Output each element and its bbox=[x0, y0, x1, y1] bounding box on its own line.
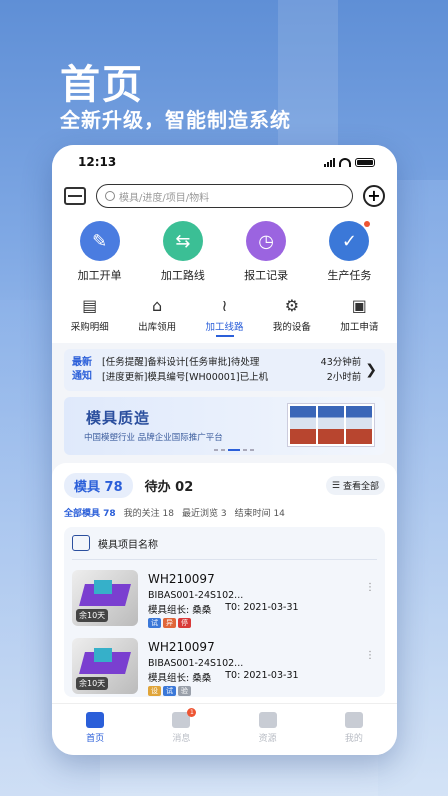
mold-project-group: 模具项目名称 余10天 WH210097 BIBAS001-24S102... … bbox=[64, 527, 385, 697]
user-icon bbox=[344, 712, 363, 728]
notification-dot bbox=[364, 221, 371, 227]
search-icon bbox=[105, 191, 115, 201]
mold-thumbnail: 余10天 bbox=[72, 638, 138, 694]
tab-molds[interactable]: 模具 78 bbox=[64, 473, 133, 498]
section-tabs: 模具 78 待办 02 ☰ 查看全部 bbox=[64, 473, 385, 498]
route-icon: ⇆ bbox=[162, 221, 203, 261]
notice-tag: 最新 通知 bbox=[72, 357, 92, 382]
path-icon: ≀ bbox=[221, 295, 228, 315]
notice-item[interactable]: [任务提醒]备料设计[任务审批]待处理 43分钟前 bbox=[102, 355, 361, 370]
banner-title: 模具质造 bbox=[86, 409, 151, 427]
mold-code: WH210097 bbox=[148, 640, 215, 654]
status-badge: 试 bbox=[163, 686, 176, 696]
item-meta: 模具组长: 桑桑 T0: 2021-03-31 bbox=[148, 602, 299, 616]
status-badges: 试 异 停 bbox=[148, 618, 377, 628]
secondary-shortcuts: ▤ 采购明细 ⌂ 出库领用 ≀ 加工线路 ⚙ 我的设备 ▣ 加工申请 bbox=[52, 289, 397, 343]
shortcut-process-line[interactable]: ≀ 加工线路 bbox=[191, 295, 258, 337]
warehouse-icon: ⌂ bbox=[152, 295, 163, 315]
item-meta: 模具组长: 桑桑 T0: 2021-03-31 bbox=[148, 670, 299, 684]
mold-section: 模具 78 待办 02 ☰ 查看全部 全部模具 78 我的关注 18 最近浏览 … bbox=[52, 463, 397, 723]
banner-pager bbox=[214, 449, 254, 451]
promo-banner[interactable]: 模具质造 中国模塑行业 品牌企业国际推广平台 bbox=[64, 397, 385, 455]
status-badge: 验 bbox=[178, 686, 191, 696]
task-check-icon: ✓ bbox=[329, 221, 371, 261]
timer-icon: ◷ bbox=[246, 221, 287, 261]
status-bar: 12:13 bbox=[52, 145, 397, 179]
edit-icon: ✎ bbox=[79, 221, 120, 261]
shortcut-purchase-detail[interactable]: ▤ 采购明细 bbox=[56, 295, 123, 337]
chevron-right-icon[interactable]: ❯ bbox=[365, 362, 377, 378]
hero-title: 首页 bbox=[60, 62, 144, 108]
filter-recent[interactable]: 最近浏览 3 bbox=[182, 506, 227, 519]
tab-todo[interactable]: 待办 02 bbox=[145, 476, 194, 495]
scan-icon[interactable] bbox=[64, 187, 86, 205]
battery-icon bbox=[355, 157, 375, 167]
mold-thumbnail: 余10天 bbox=[72, 570, 138, 626]
status-badge: 设 bbox=[148, 686, 161, 696]
add-icon[interactable]: + bbox=[363, 185, 385, 207]
filter-following[interactable]: 我的关注 18 bbox=[124, 506, 174, 519]
hero-subtitle: 全新升级，智能制造系统 bbox=[60, 108, 291, 132]
request-icon: ▣ bbox=[351, 295, 367, 315]
tab-resources[interactable]: 资源 bbox=[225, 704, 311, 755]
shortcut-process-order[interactable]: ✎ 加工开单 bbox=[58, 221, 141, 283]
status-badge: 试 bbox=[148, 618, 161, 628]
shortcut-production-task[interactable]: ✓ 生产任务 bbox=[308, 221, 391, 283]
notice-list: [任务提醒]备料设计[任务审批]待处理 43分钟前 [进度更新]模具编号[WH0… bbox=[102, 355, 361, 385]
shortcut-outbound[interactable]: ⌂ 出库领用 bbox=[123, 295, 190, 337]
filter-row: 全部模具 78 我的关注 18 最近浏览 3 结束时间 14 bbox=[64, 506, 385, 519]
shortcut-my-devices[interactable]: ⚙ 我的设备 bbox=[258, 295, 325, 337]
clipboard-icon: ▤ bbox=[82, 295, 98, 315]
view-all-button[interactable]: ☰ 查看全部 bbox=[325, 476, 385, 495]
signal-icon bbox=[324, 157, 335, 167]
primary-shortcuts: ✎ 加工开单 ⇆ 加工路线 ◷ 报工记录 ✓ 生产任务 bbox=[52, 213, 397, 289]
list-item[interactable]: 余10天 WH210097 BIBAS001-24S102... 模具组长: 桑… bbox=[72, 638, 377, 696]
shortcut-work-report[interactable]: ◷ 报工记录 bbox=[225, 221, 308, 283]
filter-end-time[interactable]: 结束时间 14 bbox=[235, 506, 285, 519]
message-count-badge: 1 bbox=[187, 708, 197, 717]
group-header: 模具项目名称 bbox=[72, 535, 377, 551]
mold-code: WH210097 bbox=[148, 572, 215, 586]
tab-messages[interactable]: 1 消息 bbox=[138, 704, 224, 755]
search-placeholder: 模具/进度/项目/物料 bbox=[119, 192, 210, 204]
more-icon[interactable]: ⋮ bbox=[365, 582, 375, 593]
tab-profile[interactable]: 我的 bbox=[311, 704, 397, 755]
banner-subtitle: 中国模塑行业 品牌企业国际推广平台 bbox=[84, 433, 223, 443]
filter-all[interactable]: 全部模具 78 bbox=[64, 506, 116, 519]
search-row: 模具/进度/项目/物料 + bbox=[52, 179, 397, 213]
more-icon[interactable]: ⋮ bbox=[365, 650, 375, 661]
days-left-tag: 余10天 bbox=[76, 677, 109, 690]
phone-screen: 12:13 模具/进度/项目/物料 + ✎ 加工开单 ⇆ 加工路线 ◷ 报工记录… bbox=[52, 145, 397, 755]
notice-bar[interactable]: 最新 通知 [任务提醒]备料设计[任务审批]待处理 43分钟前 [进度更新]模具… bbox=[64, 349, 385, 391]
notice-item[interactable]: [进度更新]模具编号[WH00001]已上机 2小时前 bbox=[102, 370, 361, 385]
status-badges: 设 试 验 bbox=[148, 686, 377, 696]
device-gear-icon: ⚙ bbox=[284, 295, 300, 315]
folder-icon bbox=[72, 535, 90, 551]
search-input[interactable]: 模具/进度/项目/物料 bbox=[96, 184, 353, 208]
bottom-tab-bar: 首页 1 消息 资源 我的 bbox=[52, 703, 397, 755]
active-underline bbox=[215, 335, 234, 337]
shortcut-process-route[interactable]: ⇆ 加工路线 bbox=[141, 221, 224, 283]
list-icon: ☰ bbox=[331, 480, 340, 491]
status-time: 12:13 bbox=[78, 155, 117, 169]
banner-image bbox=[287, 403, 375, 447]
tab-home[interactable]: 首页 bbox=[52, 704, 138, 755]
shortcut-process-request[interactable]: ▣ 加工申请 bbox=[326, 295, 393, 337]
home-icon bbox=[86, 712, 105, 728]
status-badge: 停 bbox=[178, 618, 191, 628]
list-item[interactable]: 余10天 WH210097 BIBAS001-24S102... 模具组长: 桑… bbox=[72, 570, 377, 628]
part-number: BIBAS001-24S102... bbox=[148, 658, 244, 669]
status-badge: 异 bbox=[163, 618, 176, 628]
days-left-tag: 余10天 bbox=[76, 609, 109, 622]
part-number: BIBAS001-24S102... bbox=[148, 590, 244, 601]
resource-icon bbox=[258, 712, 277, 728]
wifi-icon bbox=[339, 157, 351, 167]
